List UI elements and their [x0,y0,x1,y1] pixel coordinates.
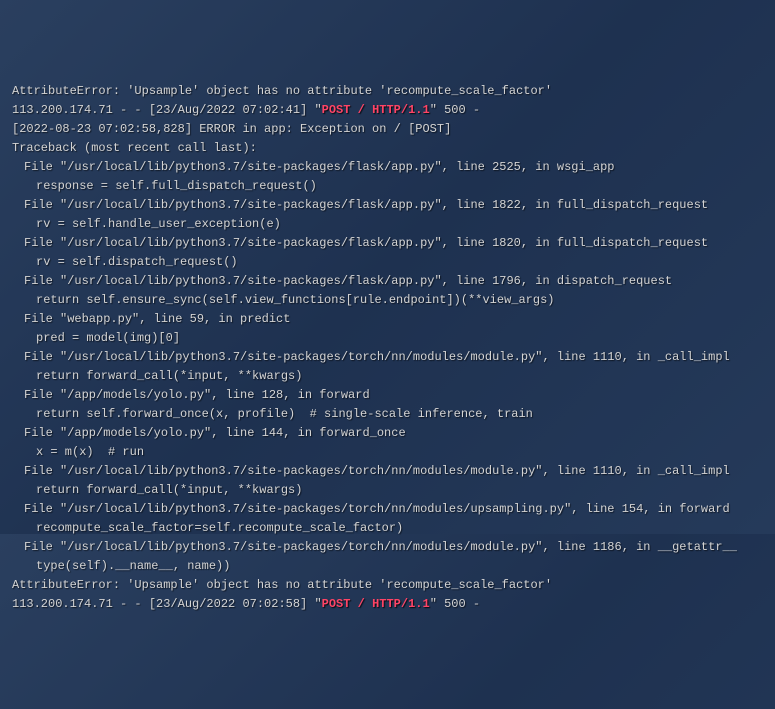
log-prefix: 113.200.174.71 - - [23/Aug/2022 07:02:41… [12,103,322,117]
log-line: File "/usr/local/lib/python3.7/site-pack… [12,196,763,215]
log-line: return self.ensure_sync(self.view_functi… [12,291,763,310]
log-line: File "/usr/local/lib/python3.7/site-pack… [12,500,763,519]
log-line: File "/app/models/yolo.py", line 144, in… [12,424,763,443]
log-line: 113.200.174.71 - - [23/Aug/2022 07:02:41… [12,101,763,120]
log-line: x = m(x) # run [12,443,763,462]
log-line: return forward_call(*input, **kwargs) [12,481,763,500]
log-suffix: " 500 - [430,597,480,611]
log-line: type(self).__name__, name)) [12,557,763,576]
log-line: File "/usr/local/lib/python3.7/site-pack… [12,158,763,177]
log-line: return forward_call(*input, **kwargs) [12,367,763,386]
log-line: File "/app/models/yolo.py", line 128, in… [12,386,763,405]
log-line: File "/usr/local/lib/python3.7/site-pack… [12,272,763,291]
log-suffix: " 500 - [430,103,480,117]
log-line: rv = self.dispatch_request() [12,253,763,272]
log-line: Traceback (most recent call last): [12,139,763,158]
log-line: pred = model(img)[0] [12,329,763,348]
log-line: File "webapp.py", line 59, in predict [12,310,763,329]
log-line: File "/usr/local/lib/python3.7/site-pack… [12,348,763,367]
log-line: AttributeError: 'Upsample' object has no… [12,576,763,595]
log-line: rv = self.handle_user_exception(e) [12,215,763,234]
http-request-highlight: POST / HTTP/1.1 [322,597,430,611]
log-line: File "/usr/local/lib/python3.7/site-pack… [12,234,763,253]
log-line: [2022-08-23 07:02:58,828] ERROR in app: … [12,120,763,139]
log-line: File "/usr/local/lib/python3.7/site-pack… [12,538,763,557]
log-line: AttributeError: 'Upsample' object has no… [12,82,763,101]
terminal-output: AttributeError: 'Upsample' object has no… [12,82,763,614]
log-line: return self.forward_once(x, profile) # s… [12,405,763,424]
log-line: recompute_scale_factor=self.recompute_sc… [12,519,763,538]
log-line: File "/usr/local/lib/python3.7/site-pack… [12,462,763,481]
log-line: 113.200.174.71 - - [23/Aug/2022 07:02:58… [12,595,763,614]
log-prefix: 113.200.174.71 - - [23/Aug/2022 07:02:58… [12,597,322,611]
http-request-highlight: POST / HTTP/1.1 [322,103,430,117]
log-line: response = self.full_dispatch_request() [12,177,763,196]
